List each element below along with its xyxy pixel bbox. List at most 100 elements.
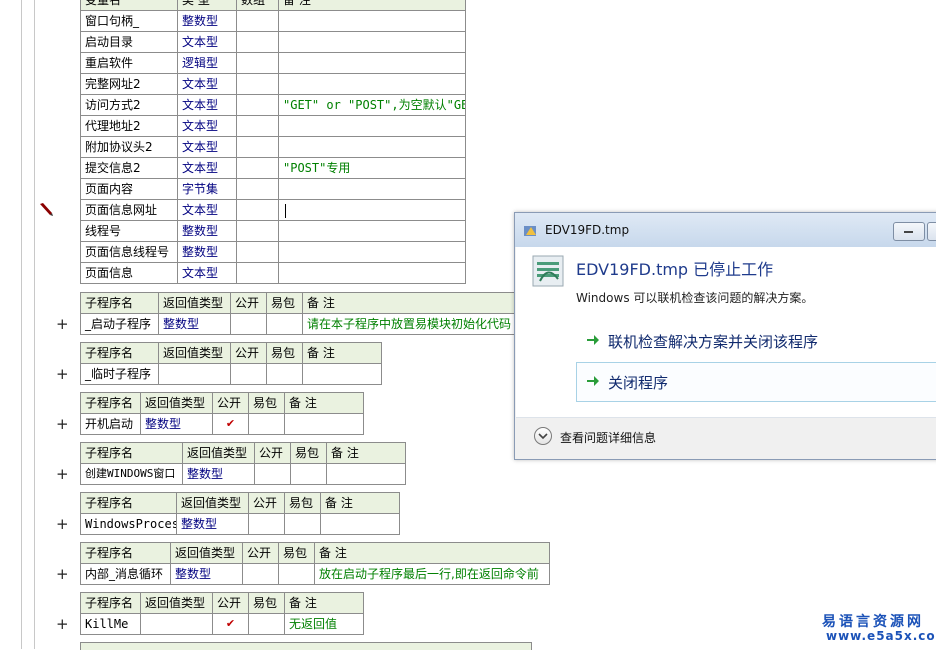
var-array[interactable] [236,241,279,263]
var-array[interactable] [236,199,279,221]
table-row[interactable]: 提交信息2 文本型 "POST"专用 [80,157,466,179]
var-name[interactable]: 窗口句柄_ [80,10,178,32]
var-type[interactable]: 字节集 [177,178,237,200]
var-array[interactable] [236,136,279,158]
var-name[interactable]: 页面内容 [80,178,178,200]
sub-note[interactable] [302,363,382,385]
table-row[interactable]: 代理地址2 文本型 [80,115,466,137]
var-array[interactable] [236,178,279,200]
var-name[interactable]: 附加协议头2 [80,136,178,158]
sub-public-checkbox[interactable]: ✔ [212,413,249,435]
expand-button[interactable]: + [56,316,69,332]
sub-return-type[interactable] [158,363,231,385]
sub-pkg[interactable] [266,363,303,385]
var-type[interactable]: 文本型 [177,199,237,221]
var-type[interactable]: 文本型 [177,31,237,53]
sub-note[interactable] [326,463,406,485]
var-array[interactable] [236,31,279,53]
var-type[interactable]: 逻辑型 [177,52,237,74]
sub-name[interactable]: WindowsProcess [80,513,177,535]
expand-button[interactable]: + [56,416,69,432]
sub-public-checkbox[interactable] [242,563,279,585]
table-row[interactable]: 窗口句柄_ 整数型 [80,10,466,32]
var-type[interactable]: 文本型 [177,262,237,284]
sub-public-checkbox[interactable] [230,313,267,335]
var-note[interactable]: "GET" or "POST",为空默认"GET" [278,94,466,116]
details-toggle-button[interactable] [534,427,552,445]
table-row[interactable]: 重启软件 逻辑型 [80,52,466,74]
var-type[interactable]: 整数型 [177,10,237,32]
var-type[interactable]: 整数型 [177,241,237,263]
sub-note[interactable]: 请在本子程序中放置易模块初始化代码 [302,313,515,335]
sub-name[interactable]: 内部_消息循环 [80,563,171,585]
sub-public-checkbox[interactable] [230,363,267,385]
maximize-button[interactable] [927,222,936,241]
table-row[interactable]: 内部_消息循环 整数型 放在启动子程序最后一行,即在返回命令前 [80,563,550,585]
sub-pkg[interactable] [266,313,303,335]
table-row[interactable]: _临时子程序 [80,363,382,385]
var-name[interactable]: 页面信息网址 [80,199,178,221]
sub-note[interactable] [284,413,364,435]
close-program-option[interactable]: 关闭程序 [576,362,936,402]
sub-return-type[interactable] [140,613,213,635]
var-note[interactable] [278,241,466,263]
sub-name[interactable]: _临时子程序 [80,363,159,385]
minimize-button[interactable] [893,222,925,241]
sub-name[interactable]: _启动子程序 [80,313,159,335]
var-note[interactable] [278,31,466,53]
table-row[interactable]: 完整网址2 文本型 [80,73,466,95]
check-online-option[interactable]: 联机检查解决方案并关闭该程序 [576,321,936,361]
sub-return-type[interactable]: 整数型 [176,513,249,535]
var-name[interactable]: 重启软件 [80,52,178,74]
table-row[interactable]: 页面信息网址 文本型 [80,199,466,221]
var-note[interactable]: "POST"专用 [278,157,466,179]
var-type[interactable]: 文本型 [177,94,237,116]
sub-public-checkbox[interactable] [248,513,285,535]
sub-return-type[interactable]: 整数型 [158,313,231,335]
sub-pkg[interactable] [248,413,285,435]
var-name[interactable]: 访问方式2 [80,94,178,116]
table-row[interactable]: 页面信息线程号 整数型 [80,241,466,263]
sub-pkg[interactable] [248,613,285,635]
table-row[interactable]: 页面内容 字节集 [80,178,466,200]
expand-button[interactable]: + [56,516,69,532]
var-array[interactable] [236,10,279,32]
var-note[interactable] [278,52,466,74]
sub-name[interactable]: 创建WINDOWS窗口 [80,463,183,485]
sub-return-type[interactable]: 整数型 [182,463,255,485]
table-row[interactable]: WindowsProcess 整数型 [80,513,400,535]
var-note[interactable] [278,178,466,200]
expand-button[interactable]: + [56,616,69,632]
var-note[interactable] [278,220,466,242]
var-name[interactable]: 提交信息2 [80,157,178,179]
sub-note[interactable]: 放在启动子程序最后一行,即在返回命令前 [314,563,550,585]
var-array[interactable] [236,73,279,95]
sub-note[interactable]: 无返回值 [284,613,364,635]
var-note[interactable] [278,136,466,158]
var-type[interactable]: 文本型 [177,115,237,137]
sub-return-type[interactable]: 整数型 [170,563,243,585]
var-name[interactable]: 完整网址2 [80,73,178,95]
var-type[interactable]: 文本型 [177,73,237,95]
var-type[interactable]: 整数型 [177,220,237,242]
var-note[interactable] [278,73,466,95]
sub-public-checkbox[interactable] [254,463,291,485]
table-row[interactable]: _启动子程序 整数型 请在本子程序中放置易模块初始化代码 [80,313,515,335]
sub-return-type[interactable]: 整数型 [140,413,213,435]
table-row[interactable]: KillMe ✔ 无返回值 [80,613,364,635]
var-name[interactable]: 线程号 [80,220,178,242]
var-type[interactable]: 文本型 [177,136,237,158]
sub-name[interactable]: KillMe [80,613,141,635]
table-row[interactable]: 创建WINDOWS窗口 整数型 [80,463,406,485]
var-name[interactable]: 页面信息线程号 [80,241,178,263]
dialog-titlebar[interactable]: EDV19FD.tmp [515,213,936,247]
sub-pkg[interactable] [284,513,321,535]
var-name[interactable]: 代理地址2 [80,115,178,137]
var-array[interactable] [236,220,279,242]
var-note[interactable] [278,262,466,284]
table-row[interactable]: 线程号 整数型 [80,220,466,242]
expand-button[interactable]: + [56,366,69,382]
var-name[interactable]: 启动目录 [80,31,178,53]
var-note[interactable] [278,115,466,137]
sub-name[interactable]: 开机启动 [80,413,141,435]
